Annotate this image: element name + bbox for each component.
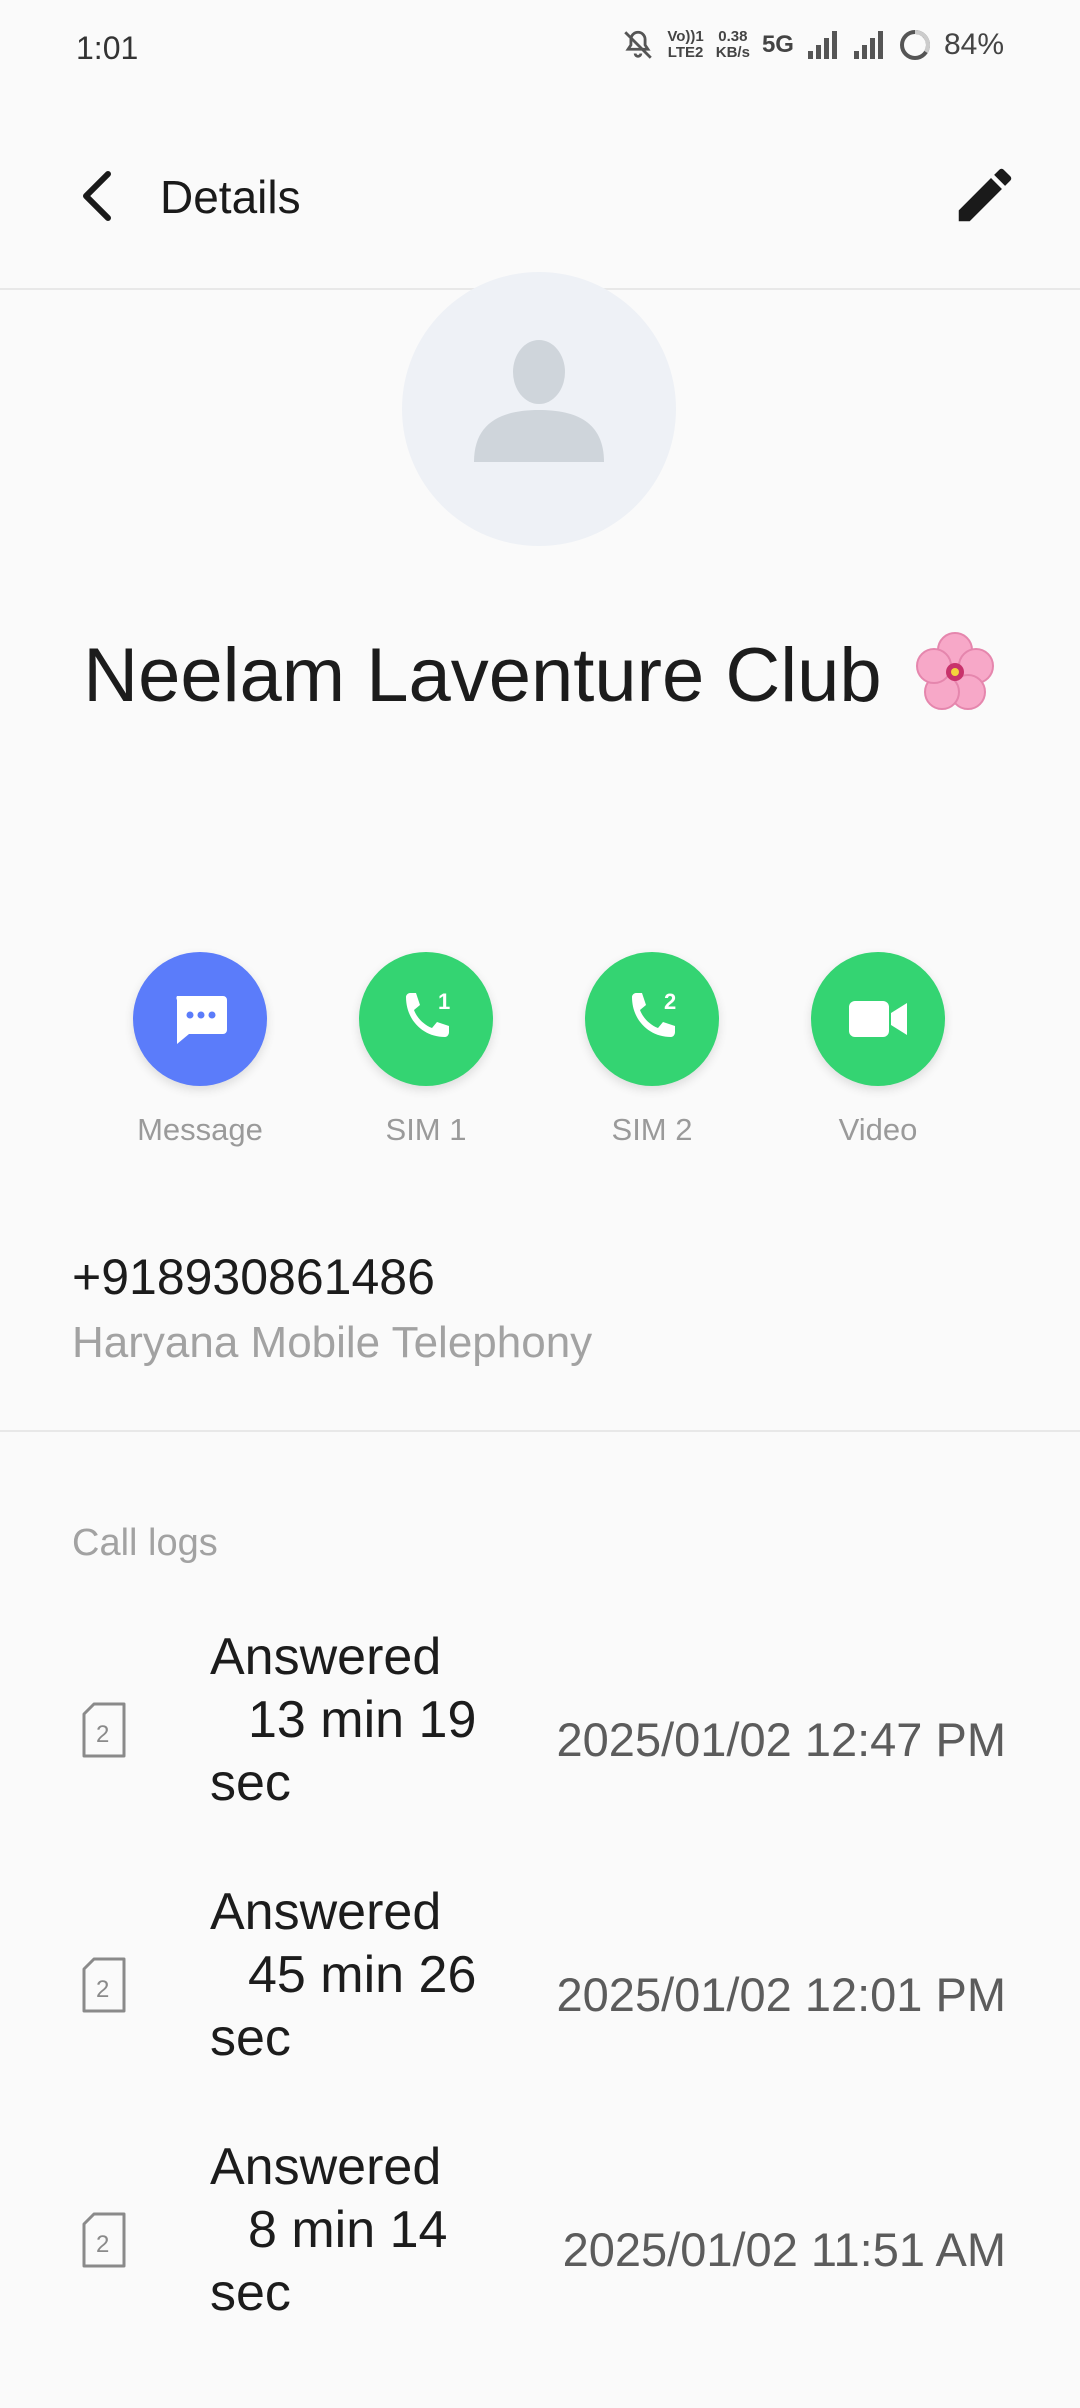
call-datetime: 2025/01/02 11:51 AM bbox=[562, 2223, 1006, 2276]
sim1-badge: 1 bbox=[438, 989, 450, 1014]
status-time: 1:01 bbox=[76, 30, 139, 66]
sim2-label: SIM 2 bbox=[611, 1112, 693, 1147]
message-button[interactable] bbox=[133, 952, 267, 1086]
battery-percentage: 84% bbox=[943, 28, 1004, 61]
cherry-blossom-icon bbox=[913, 630, 997, 732]
video-label: Video bbox=[838, 1112, 918, 1147]
network-type: 5G bbox=[761, 31, 794, 58]
battery-ring-icon bbox=[898, 28, 932, 62]
app-bar: Details bbox=[0, 100, 1080, 290]
video-call-button[interactable] bbox=[811, 952, 945, 1086]
call-duration-unit: sec bbox=[210, 2009, 291, 2067]
message-label: Message bbox=[137, 1112, 263, 1147]
sim-number: 2 bbox=[96, 1721, 109, 1748]
contact-name-text: Neelam Laventure Club bbox=[83, 633, 882, 719]
contact-name: Neelam Laventure Club bbox=[0, 630, 1080, 732]
signal-icon bbox=[852, 29, 886, 61]
video-icon bbox=[849, 1001, 907, 1037]
volte-top: Vo))1 bbox=[667, 28, 704, 45]
sim2-call-action[interactable]: 2 SIM 2 bbox=[562, 952, 742, 1148]
sim-number: 2 bbox=[96, 2231, 109, 2258]
status-icons: Vo))1 LTE2 0.38 KB/s 5G 84% bbox=[621, 28, 1004, 62]
sim1-call-action[interactable]: 1 SIM 1 bbox=[336, 952, 516, 1148]
sim2-icon: 2 bbox=[82, 1957, 126, 2013]
call-log-item[interactable]: 2 Answered 13 min 19 sec 2025/01/02 12:4… bbox=[0, 1612, 1080, 1852]
back-button[interactable] bbox=[66, 160, 130, 232]
call-duration: 8 min 14 bbox=[248, 2201, 448, 2259]
contact-details-screen: 1:01 Vo))1 LTE2 0.38 KB/s 5G 84% Details… bbox=[0, 0, 1080, 2408]
quick-actions: Message 1 SIM 1 2 SIM 2 Video bbox=[0, 952, 1080, 1152]
status-bar: 1:01 Vo))1 LTE2 0.38 KB/s 5G 84% bbox=[0, 0, 1080, 100]
sim1-call-button[interactable]: 1 bbox=[359, 952, 493, 1086]
sim-number: 2 bbox=[96, 1976, 109, 2003]
sim1-label: SIM 1 bbox=[385, 1112, 467, 1147]
page-title: Details bbox=[160, 171, 301, 223]
call-duration: 13 min 19 bbox=[248, 1691, 477, 1749]
carrier-name: Haryana Mobile Telephony bbox=[72, 1318, 593, 1367]
phone-sim1-icon: 1 bbox=[406, 989, 450, 1037]
call-log-item[interactable]: 2 Answered 8 min 14 sec 2025/01/02 11:51… bbox=[0, 2122, 1080, 2362]
sim2-badge: 2 bbox=[664, 989, 676, 1014]
volte-bottom: LTE2 bbox=[667, 44, 704, 61]
video-call-action[interactable]: Video bbox=[788, 952, 968, 1148]
call-datetime: 2025/01/02 12:01 PM bbox=[556, 1968, 1006, 2021]
call-log-description: Answered 8 min 14 sec bbox=[210, 2136, 500, 2325]
divider bbox=[0, 1430, 1080, 1432]
call-status: Answered bbox=[210, 1628, 442, 1686]
sim2-icon: 2 bbox=[82, 1702, 126, 1758]
call-logs-header: Call logs bbox=[72, 1522, 218, 1564]
data-speed: 0.38 KB/s bbox=[716, 29, 750, 61]
call-log-description: Answered 45 min 26 sec bbox=[210, 1881, 500, 2070]
call-duration-unit: sec bbox=[210, 2264, 291, 2322]
pencil-icon bbox=[958, 168, 1012, 222]
sim2-icon: 2 bbox=[82, 2212, 126, 2268]
call-status: Answered bbox=[210, 2138, 442, 2196]
avatar[interactable] bbox=[402, 272, 676, 546]
speed-value: 0.38 bbox=[718, 28, 748, 45]
edit-button[interactable] bbox=[950, 160, 1020, 230]
phone-sim2-icon: 2 bbox=[632, 989, 676, 1037]
signal-icon bbox=[806, 29, 840, 61]
call-datetime: 2025/01/02 12:47 PM bbox=[556, 1713, 1006, 1766]
call-log-item[interactable]: 2 Answered 45 min 26 sec 2025/01/02 12:0… bbox=[0, 1867, 1080, 2107]
call-duration-unit: sec bbox=[210, 1754, 291, 1812]
person-icon bbox=[474, 340, 604, 462]
volte-icon: Vo))1 LTE2 bbox=[667, 29, 703, 61]
call-log-description: Answered 13 min 19 sec bbox=[210, 1626, 500, 1815]
chevron-left-icon bbox=[83, 171, 111, 221]
call-status: Answered bbox=[210, 1883, 442, 1941]
phone-number[interactable]: +918930861486 bbox=[72, 1248, 435, 1306]
speed-unit: KB/s bbox=[715, 44, 750, 61]
sim2-call-button[interactable]: 2 bbox=[585, 952, 719, 1086]
message-icon bbox=[176, 996, 227, 1044]
message-action[interactable]: Message bbox=[110, 952, 290, 1148]
mute-icon bbox=[621, 28, 655, 62]
call-duration: 45 min 26 bbox=[248, 1946, 477, 2004]
